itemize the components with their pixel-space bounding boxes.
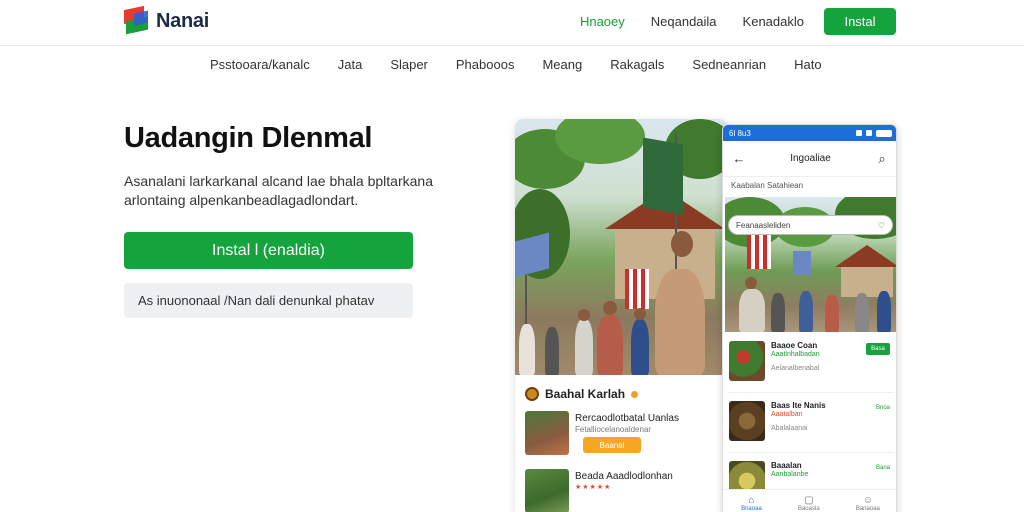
rating-stars-icon: ★★★★★ [575, 484, 612, 491]
item-title: Baaoe Coan [771, 341, 818, 350]
item-title: Baaalan [771, 461, 802, 470]
bag-icon: ▢ [804, 495, 814, 506]
install-button[interactable]: Instal l (enaldia) [124, 232, 413, 269]
badge-dot-icon [631, 390, 639, 398]
nav-link-2[interactable]: Neqandaila [651, 14, 717, 29]
top-nav: Hnaoey Neqandaila Kenadaklo Instal [554, 8, 896, 35]
app-title: Ingoaliae [790, 153, 831, 164]
category-link[interactable]: Jata [338, 57, 363, 72]
app-screenshot-right: 6l 8u3 ← Ingoaliae ⌕ Kaabalan Satahiean … [722, 124, 897, 512]
category-link[interactable]: Phabooos [456, 57, 515, 72]
top-header: Nanai Hnaoey Neqandaila Kenadaklo Instal [0, 0, 1024, 46]
list-item[interactable]: Baaoe Coan Aaatlnhalbadan Aelanalbenabal… [729, 335, 894, 393]
tab-label: Baoasla [797, 506, 820, 512]
item-title: Baas Ite Nanis [771, 401, 826, 410]
item-rating: Aaatalban [771, 411, 803, 418]
back-arrow-icon[interactable]: ← [732, 151, 746, 166]
category-nav: Psstooara/kanalc Jata Slaper Phabooos Me… [210, 57, 850, 72]
app-screenshot-left: Baahal Karlah Rercaodlotbatal Uanlas Fet… [515, 119, 727, 512]
nav-link-1[interactable]: Hnaoey [580, 14, 625, 29]
favorite-icon[interactable]: ♡ [878, 221, 885, 230]
home-icon: ⌂ [748, 495, 755, 506]
status-time: 6l 8u3 [729, 128, 751, 138]
item-action-button[interactable]: Baanal [583, 437, 641, 453]
category-link[interactable]: Slaper [390, 57, 428, 72]
list-item[interactable]: Beada Aaadlodlonhan ★★★★★ [525, 469, 720, 512]
category-link[interactable]: Sedneanrian [692, 57, 766, 72]
hero-description: Asanalani larkarkanal alcand lae bhala b… [124, 173, 433, 208]
item-tag[interactable]: Bana [876, 465, 890, 471]
list-item[interactable]: Rercaodlotbatal Uanlas Fetalliocelanoald… [525, 411, 720, 461]
search-input[interactable]: Feanaasleliden ♡ [728, 215, 893, 235]
item-thumbnail [729, 401, 765, 441]
list-item[interactable]: Baas Ite Nanis Aaatalban Abalalaanai Bno… [729, 395, 894, 453]
category-link[interactable]: Hato [794, 57, 821, 72]
category-link[interactable]: Psstooara/kanalc [210, 57, 310, 72]
item-tag[interactable]: Bnoa [876, 405, 890, 411]
brand-name: Nanai [156, 9, 209, 32]
app-content-panel: Baahal Karlah Rercaodlotbatal Uanlas Fet… [515, 375, 727, 512]
item-meta: Abalalaanai [771, 425, 808, 432]
bottom-tab-bar: ⌂ Bnaoaa ▢ Baoasla ☺ Banaoaa [723, 489, 896, 512]
item-meta: Aelanalbenabal [771, 365, 820, 372]
search-placeholder: Feanaasleliden [736, 220, 791, 230]
section-title: Baahal Karlah [545, 387, 626, 401]
item-thumbnail [525, 469, 569, 512]
item-subtitle: Fetalliocelanoaldenar [575, 425, 652, 434]
hero-title: Uadangin Dlenmal [124, 122, 373, 154]
status-bar: 6l 8u3 [723, 125, 896, 141]
install-button-header[interactable]: Instal [824, 8, 896, 35]
battery-icon [876, 129, 892, 137]
user-icon: ☺ [862, 495, 873, 506]
tab-label: Banaoaa [855, 506, 880, 512]
tab-home[interactable]: ⌂ Bnaoaa [741, 495, 762, 512]
wifi-icon [856, 130, 862, 136]
item-subtitle: Aanbalanbe [771, 471, 809, 478]
section-header: Baahal Karlah [525, 387, 639, 401]
item-tag[interactable]: Basa [866, 343, 890, 355]
tab-cart[interactable]: ▢ Baoasla [798, 495, 820, 512]
item-thumbnail [729, 341, 765, 381]
signal-icon [866, 130, 872, 136]
category-link[interactable]: Meang [542, 57, 582, 72]
item-title: Beada Aaadlodlonhan [575, 471, 673, 482]
search-icon[interactable]: ⌕ [875, 151, 889, 167]
tab-profile[interactable]: ☺ Banaoaa [856, 495, 880, 512]
item-title: Rercaodlotbatal Uanlas [575, 413, 679, 424]
category-link[interactable]: Rakagals [610, 57, 664, 72]
tab-label: Bnaoaa [741, 506, 762, 512]
app-bar: ← Ingoaliae ⌕ [723, 141, 896, 177]
item-thumbnail [525, 411, 569, 455]
nav-link-3[interactable]: Kenadaklo [743, 14, 804, 29]
brand-logo[interactable]: Nanai [124, 5, 209, 35]
item-subtitle: Aaatlnhalbadan [771, 351, 820, 358]
logo-icon [124, 5, 150, 35]
village-photo [515, 119, 727, 375]
secondary-button[interactable]: As inuononaal /Nan dali denunkal phatav [124, 283, 413, 318]
app-logo-icon [525, 387, 539, 401]
app-subtitle: Kaabalan Satahiean [731, 181, 804, 190]
